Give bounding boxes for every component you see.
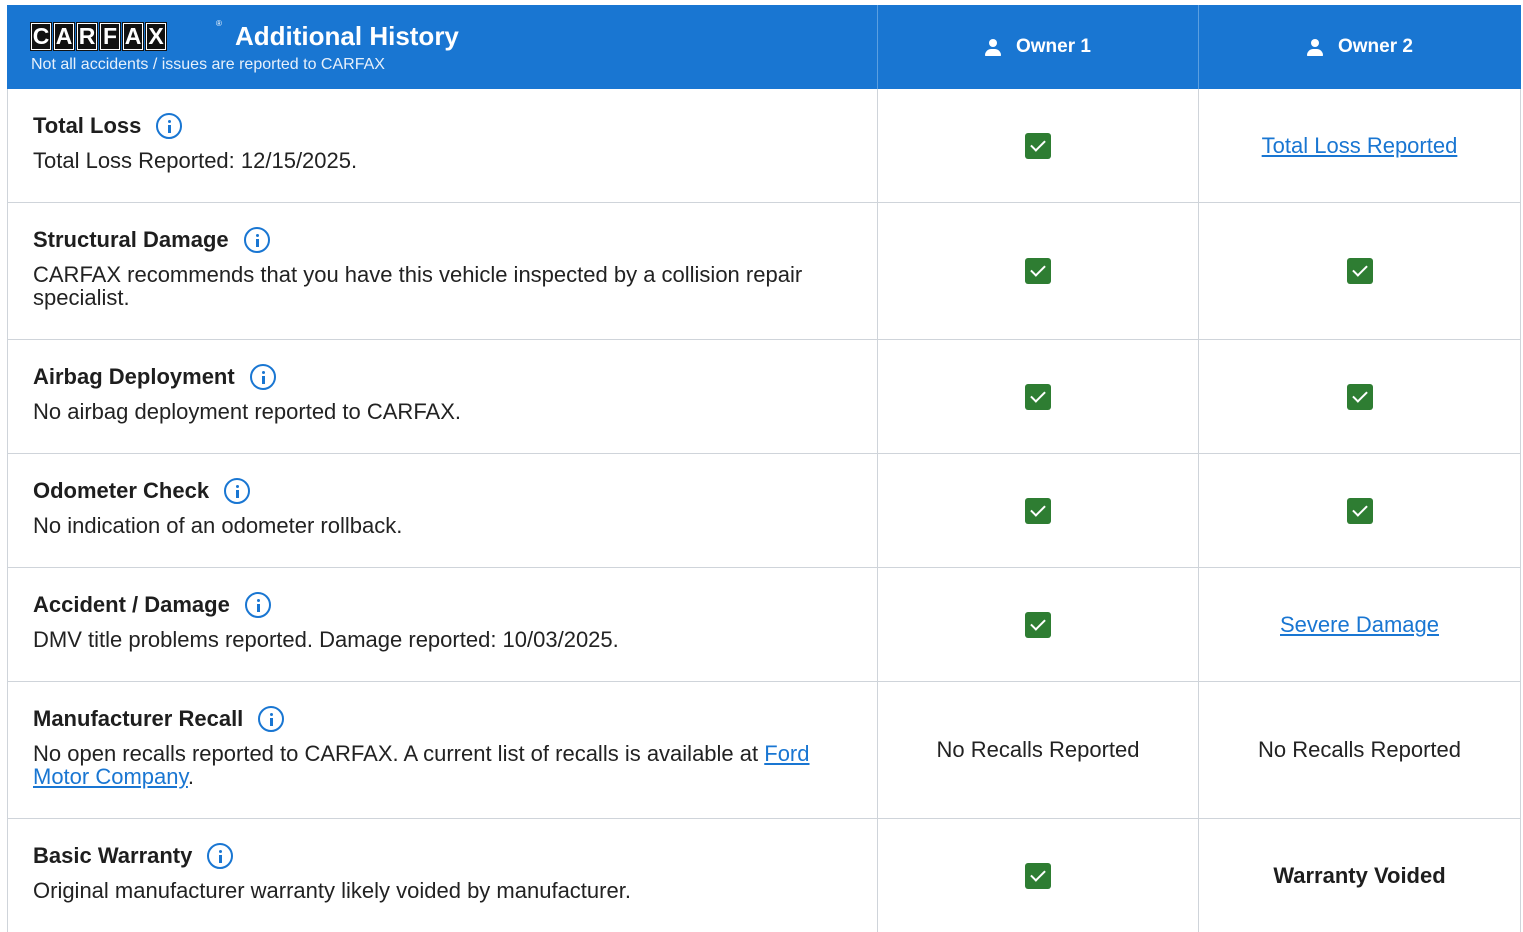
table-row: Manufacturer Recall No open recalls repo… (7, 682, 1521, 819)
owner-2-cell (1199, 203, 1520, 339)
table-row: Accident / Damage DMV title problems rep… (7, 568, 1521, 682)
carfax-logo: C A R F A X (30, 22, 169, 51)
check-icon (1025, 132, 1051, 159)
row-label: Accident / Damage (33, 592, 230, 617)
section-title: Additional History (235, 21, 459, 51)
owner-2-cell: Severe Damage (1199, 568, 1520, 681)
logo-letter: F (99, 22, 121, 51)
row-label: Odometer Check (33, 478, 210, 503)
owner-1-cell (878, 340, 1199, 453)
owner-1-cell (878, 819, 1199, 932)
row-description: Basic Warranty Original manufacturer war… (8, 819, 878, 932)
recall-text-end: . (187, 764, 194, 789)
row-detail: No airbag deployment reported to CARFAX. (33, 399, 462, 424)
info-icon[interactable] (224, 478, 251, 504)
row-detail: No open recalls reported to CARFAX. A cu… (33, 742, 833, 788)
owner-label: Owner 1 (1016, 36, 1091, 57)
table-row: Total Loss Total Loss Reported: 12/15/20… (7, 89, 1521, 203)
table-row: Basic Warranty Original manufacturer war… (7, 819, 1521, 932)
check-icon (1025, 611, 1051, 638)
registered-mark: ® (216, 19, 222, 28)
recall-status: No Recalls Reported (936, 737, 1140, 762)
info-icon[interactable] (249, 364, 276, 390)
table-row: Airbag Deployment No airbag deployment r… (7, 340, 1521, 454)
owner-1-cell (878, 89, 1199, 202)
check-icon (1025, 258, 1051, 284)
info-icon[interactable] (156, 113, 183, 139)
recall-status: No Recalls Reported (1258, 737, 1461, 762)
row-detail: CARFAX recommends that you have this veh… (33, 262, 803, 310)
recall-text: No open recalls reported to CARFAX. A cu… (33, 741, 759, 766)
total-loss-link[interactable]: Total Loss Reported (1262, 133, 1458, 159)
row-description: Total Loss Total Loss Reported: 12/15/20… (8, 89, 878, 202)
check-icon (1346, 497, 1373, 524)
owner-2-cell (1199, 454, 1520, 567)
owner-2-header: Owner 2 (1199, 5, 1521, 89)
check-icon (1346, 383, 1373, 410)
table-row: Structural Damage CARFAX recommends that… (7, 203, 1521, 340)
logo-letter: C (30, 22, 52, 51)
info-icon[interactable] (243, 227, 270, 253)
section-subtitle: Not all accidents / issues are reported … (31, 56, 385, 73)
additional-history-table: C A R F A X ® Additional History Not all… (7, 5, 1521, 932)
row-description: Structural Damage CARFAX recommends that… (8, 203, 878, 339)
row-detail: DMV title problems reported. Damage repo… (33, 627, 619, 652)
owner-2-cell: Total Loss Reported (1199, 89, 1520, 202)
row-detail: Original manufacturer warranty likely vo… (33, 878, 631, 903)
warranty-status: Warranty Voided (1273, 862, 1446, 888)
info-icon[interactable] (244, 592, 271, 618)
table-header: C A R F A X ® Additional History Not all… (7, 5, 1521, 89)
owner-2-cell (1199, 340, 1520, 453)
severe-damage-link[interactable]: Severe Damage (1280, 612, 1439, 638)
person-icon (1307, 38, 1324, 56)
check-icon (1025, 497, 1051, 524)
row-label: Airbag Deployment (33, 364, 235, 389)
owner-2-cell: No Recalls Reported (1199, 682, 1520, 818)
owner-label: Owner 2 (1338, 36, 1413, 57)
owner-1-cell (878, 203, 1199, 339)
row-description: Accident / Damage DMV title problems rep… (8, 568, 878, 681)
check-icon (1025, 862, 1051, 889)
table-row: Odometer Check No indication of an odome… (7, 454, 1521, 568)
row-description: Odometer Check No indication of an odome… (8, 454, 878, 567)
logo-letter: A (122, 22, 144, 51)
row-description: Manufacturer Recall No open recalls repo… (8, 682, 878, 818)
check-icon (1025, 383, 1051, 410)
person-icon (985, 38, 1002, 56)
info-icon[interactable] (207, 843, 234, 869)
owner-1-cell (878, 454, 1199, 567)
row-label: Total Loss (33, 113, 142, 138)
row-label: Structural Damage (33, 227, 229, 252)
owner-1-cell: No Recalls Reported (878, 682, 1199, 818)
row-detail: Total Loss Reported: 12/15/2025. (33, 148, 358, 173)
info-icon[interactable] (258, 706, 285, 732)
row-description: Airbag Deployment No airbag deployment r… (8, 340, 878, 453)
check-icon (1346, 258, 1373, 284)
row-label: Basic Warranty (33, 843, 193, 868)
logo-letter: R (76, 22, 98, 51)
logo-letter: X (145, 22, 167, 51)
logo-letter: A (53, 22, 75, 51)
row-detail: No indication of an odometer rollback. (33, 513, 403, 538)
owner-1-cell (878, 568, 1199, 681)
owner-2-cell: Warranty Voided (1199, 819, 1520, 932)
brand-header: C A R F A X ® Additional History Not all… (7, 5, 878, 89)
owner-1-header: Owner 1 (878, 5, 1199, 89)
row-label: Manufacturer Recall (33, 706, 244, 731)
